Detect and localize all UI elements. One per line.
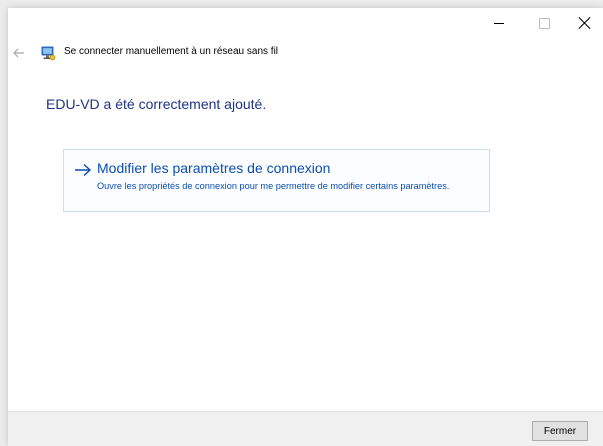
option-title: Modifier les paramètres de connexion	[97, 160, 331, 176]
minimize-button[interactable]	[479, 8, 519, 38]
close-icon	[579, 17, 591, 29]
wizard-header: Se connecter manuellement à un réseau sa…	[8, 42, 603, 64]
minimize-icon	[494, 22, 504, 24]
right-arrow-icon	[75, 163, 92, 177]
close-button[interactable]: Fermer	[532, 421, 588, 441]
option-description: Ouvre les propriétés de connexion pour m…	[97, 181, 450, 191]
back-arrow-icon	[13, 48, 24, 58]
wizard-title: Se connecter manuellement à un réseau sa…	[64, 46, 279, 57]
modify-connection-settings-option[interactable]: Modifier les paramètres de connexion Ouv…	[63, 149, 490, 212]
back-button[interactable]	[10, 44, 28, 62]
title-bar	[8, 8, 603, 38]
maximize-button[interactable]	[524, 8, 564, 38]
close-window-button[interactable]	[565, 8, 603, 38]
wizard-window: Se connecter manuellement à un réseau sa…	[8, 8, 603, 446]
maximize-icon	[538, 17, 550, 29]
page-heading: EDU-VD a été correctement ajouté.	[46, 96, 267, 112]
footer-bar: Fermer	[8, 411, 603, 446]
network-icon	[41, 46, 56, 61]
